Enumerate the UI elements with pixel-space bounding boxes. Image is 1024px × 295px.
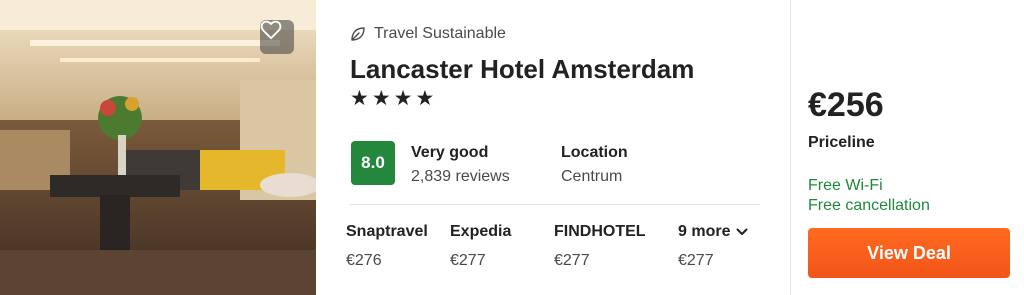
rating-summary[interactable]: Very good 2,839 reviews <box>411 144 510 186</box>
leaf-icon <box>351 27 365 41</box>
divider <box>350 204 760 205</box>
hotel-name[interactable]: Lancaster Hotel Amsterdam <box>350 54 694 85</box>
provider-price: €276 <box>346 252 382 269</box>
star-rating: ★★★★ <box>350 87 438 110</box>
sustainability-label: Travel Sustainable <box>374 25 506 42</box>
best-deal: €256 Priceline Free Wi-Fi Free cancellat… <box>791 0 1024 295</box>
provider-name: FINDHOTEL <box>554 223 646 240</box>
rating-score-badge: 8.0 <box>351 141 395 185</box>
location-info: Location Centrum <box>561 144 628 186</box>
hotel-result-card: Travel Sustainable Lancaster Hotel Amste… <box>0 0 1024 295</box>
review-count: 2,839 reviews <box>411 168 510 185</box>
provider-price: €277 <box>554 252 590 269</box>
provider-prices: Snaptravel €276 Expedia €277 FINDHOTEL €… <box>346 223 776 283</box>
heart-icon <box>260 20 282 40</box>
more-providers[interactable]: 9 more €277 <box>678 223 748 270</box>
provider-price: €277 <box>450 252 486 269</box>
amenity-cancellation: Free cancellation <box>808 197 930 214</box>
chevron-down-icon <box>736 228 748 235</box>
provider-name: Snaptravel <box>346 223 428 240</box>
view-deal-button[interactable]: View Deal <box>808 228 1010 278</box>
more-providers-toggle[interactable]: 9 more <box>678 223 748 241</box>
deal-price[interactable]: €256 <box>808 86 884 125</box>
provider-snaptravel[interactable]: Snaptravel €276 <box>346 223 428 270</box>
provider-findhotel[interactable]: FINDHOTEL €277 <box>554 223 646 270</box>
deal-provider: Priceline <box>808 134 875 151</box>
hotel-info: Travel Sustainable Lancaster Hotel Amste… <box>316 0 790 295</box>
location-value: Centrum <box>561 168 623 185</box>
sustainability-badge: Travel Sustainable <box>350 25 506 43</box>
more-providers-label: 9 more <box>678 223 731 240</box>
amenity-wifi: Free Wi-Fi <box>808 177 883 194</box>
hotel-photo[interactable] <box>0 0 316 295</box>
rating-label: Very good <box>411 144 489 161</box>
location-label: Location <box>561 144 628 161</box>
favorite-button[interactable] <box>260 20 294 54</box>
more-providers-price: €277 <box>678 252 714 269</box>
provider-expedia[interactable]: Expedia €277 <box>450 223 511 270</box>
provider-name: Expedia <box>450 223 512 240</box>
